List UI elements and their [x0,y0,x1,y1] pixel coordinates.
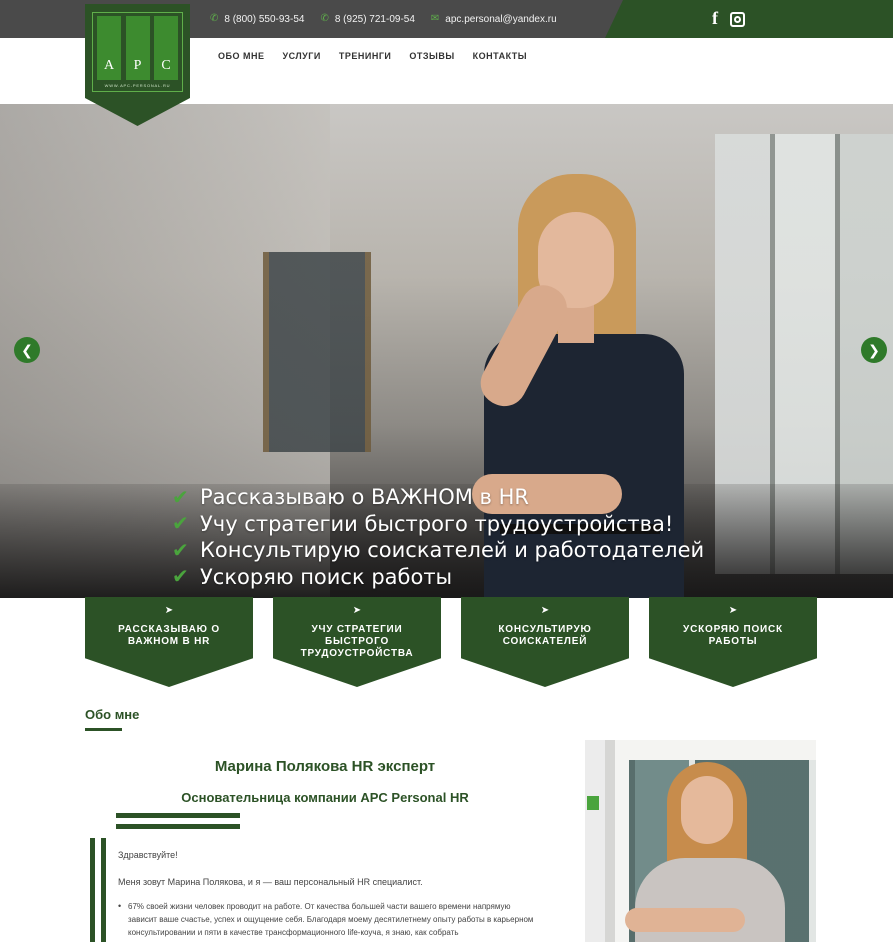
feature-ribbon[interactable]: ➤ КОНСУЛЬТИРУЮ СОИСКАТЕЛЕЙ [461,597,629,687]
nav-item-services[interactable]: УСЛУГИ [282,51,320,61]
social-links: f [712,8,745,28]
logo-letter-a: A [97,16,121,80]
hero-slogans: ✔ Рассказываю о ВАЖНОМ в HR ✔ Учу страте… [172,484,704,590]
chevron-right-icon: ❯ [868,341,880,358]
hero-slogan: ✔ Консультирую соискателей и работодател… [172,537,704,564]
hero-slogan-text: Учу стратегии быстрого трудоустройства! [200,511,674,536]
paper-plane-icon: ➤ [164,605,174,616]
facebook-icon[interactable]: f [712,8,718,28]
about-intro: Меня зовут Марина Полякова, и я — ваш пе… [118,877,423,887]
feature-ribbon[interactable]: ➤ УЧУ СТРАТЕГИИ БЫСТРОГО ТРУДОУСТРОЙСТВА [273,597,441,687]
slider-next-button[interactable]: ❯ [861,337,887,363]
contact-phone-1[interactable]: ✆ 8 (800) 550-93-54 [210,14,304,25]
feature-ribbon-text: РАССКАЗЫВАЮ О ВАЖНОМ В HR [118,624,220,647]
paper-plane-icon: ➤ [540,605,550,616]
check-icon: ✔ [172,513,189,536]
logo-frame: A P C WWW.APC-PERSONAL.RU [92,12,183,92]
about-name-heading: Марина Полякова HR эксперт [214,758,436,775]
feature-ribbon[interactable]: ➤ УСКОРЯЮ ПОИСК РАБОТЫ [649,597,817,687]
about-bullet-text: 67% своей жизни человек проводит на рабо… [118,900,536,939]
decorative-divider [116,813,240,818]
photo-face [681,776,733,844]
main-nav: ОБО МНЕ УСЛУГИ ТРЕНИНГИ ОТЗЫВЫ КОНТАКТЫ [218,51,527,61]
top-bar-accent [605,0,893,38]
phone-icon: ✆ [320,13,329,24]
feature-ribbon-text: КОНСУЛЬТИРУЮ СОИСКАТЕЛЕЙ [498,624,592,647]
paper-plane-icon: ➤ [728,605,738,616]
quote-bar [90,838,95,942]
contact-list: ✆ 8 (800) 550-93-54 ✆ 8 (925) 721-09-54 … [210,0,557,38]
hero-slogan: ✔ Рассказываю о ВАЖНОМ в HR [172,484,704,511]
feature-ribbon-text: УСКОРЯЮ ПОИСК РАБОТЫ [683,624,783,647]
photo-arm [625,908,745,932]
feature-ribbons: ➤ РАССКАЗЫВАЮ О ВАЖНОМ В HR ➤ УЧУ СТРАТЕ… [85,597,817,687]
instagram-icon[interactable] [730,11,745,27]
logo-url: WWW.APC-PERSONAL.RU [104,83,171,88]
contact-phone-2[interactable]: ✆ 8 (925) 721-09-54 [320,14,414,25]
about-photo [585,740,816,942]
hero-slogan: ✔ Учу стратегии быстрого трудоустройства… [172,511,704,538]
logo-letter-p: P [125,16,150,80]
logo-columns: A P C [97,16,178,88]
hero-slogan-text: Консультирую соискателей и работодателей [200,538,705,563]
mail-icon: ✉ [430,13,440,24]
hero-slogan-text: Рассказываю о ВАЖНОМ в HR [200,485,529,510]
check-icon: ✔ [172,539,189,562]
chevron-left-icon: ❮ [21,341,33,358]
paper-plane-icon: ➤ [352,605,362,616]
about-subtitle: Основательница компании APC Personal HR [181,790,469,805]
decorative-divider [116,824,240,829]
quote-bar [101,838,106,942]
nav-item-trainings[interactable]: ТРЕНИНГИ [339,51,392,61]
check-icon: ✔ [172,486,189,509]
check-icon: ✔ [172,566,189,589]
contact-phone-1-text: 8 (800) 550-93-54 [224,13,305,25]
contact-email-text: apc.personal@yandex.ru [445,13,557,25]
feature-ribbon-text: УЧУ СТРАТЕГИИ БЫСТРОГО ТРУДОУСТРОЙСТВА [300,624,414,659]
contact-email[interactable]: ✉ apc.personal@yandex.ru [431,14,557,25]
slider-prev-button[interactable]: ❮ [14,337,40,363]
photo-exit-sign [587,796,599,810]
nav-item-reviews[interactable]: ОТЗЫВЫ [409,51,454,61]
contact-phone-2-text: 8 (925) 721-09-54 [334,13,415,25]
section-title-underline [85,728,122,731]
nav-item-contacts[interactable]: КОНТАКТЫ [473,51,527,61]
section-title-about: Обо мне [85,707,140,722]
hero-slider: ✔ Рассказываю о ВАЖНОМ в HR ✔ Учу страте… [0,104,893,598]
about-greeting: Здравствуйте! [118,850,178,860]
feature-ribbon[interactable]: ➤ РАССКАЗЫВАЮ О ВАЖНОМ В HR [85,597,253,687]
logo-letter-c: C [154,16,178,80]
hero-background-door [263,252,371,452]
hero-slogan-text: Ускоряю поиск работы [200,564,453,589]
phone-icon: ✆ [210,13,219,24]
hero-slogan: ✔ Ускоряю поиск работы [172,564,704,591]
nav-item-about[interactable]: ОБО МНЕ [218,51,264,61]
